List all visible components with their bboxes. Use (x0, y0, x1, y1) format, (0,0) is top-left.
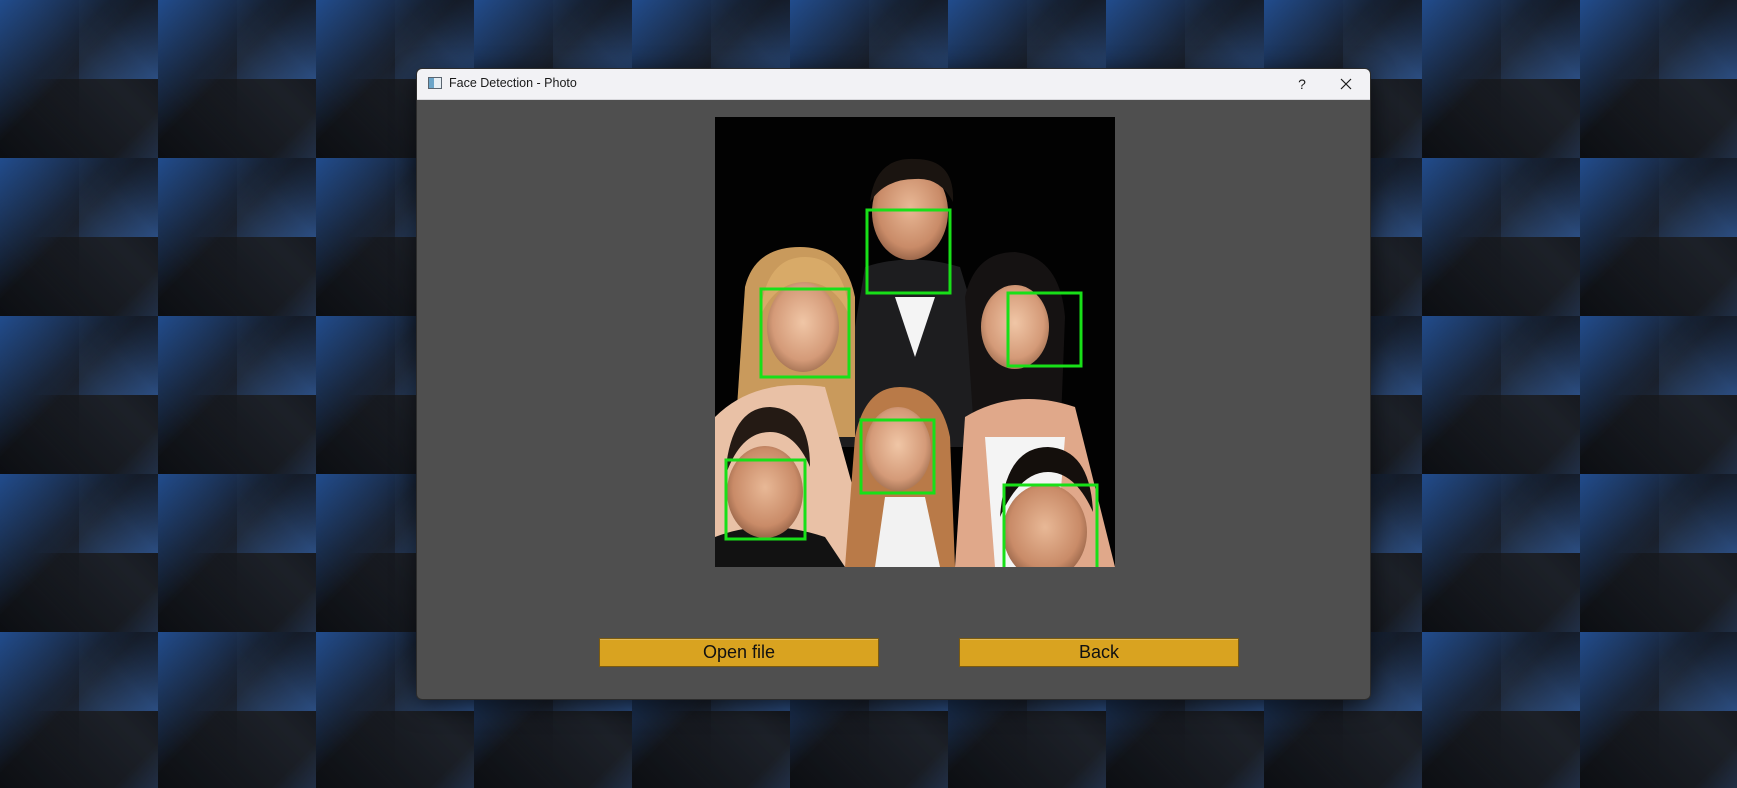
face-detection-window: Face Detection - Photo ? Open file Back (416, 68, 1371, 700)
photo-preview (715, 117, 1115, 567)
close-icon (1340, 78, 1352, 90)
window-app-icon (428, 77, 442, 89)
help-button[interactable]: ? (1279, 69, 1325, 99)
close-button[interactable] (1323, 69, 1369, 99)
title-bar[interactable]: Face Detection - Photo ? (417, 69, 1370, 100)
window-title: Face Detection - Photo (449, 76, 577, 90)
back-button[interactable]: Back (959, 638, 1239, 667)
open-file-button[interactable]: Open file (599, 638, 879, 667)
